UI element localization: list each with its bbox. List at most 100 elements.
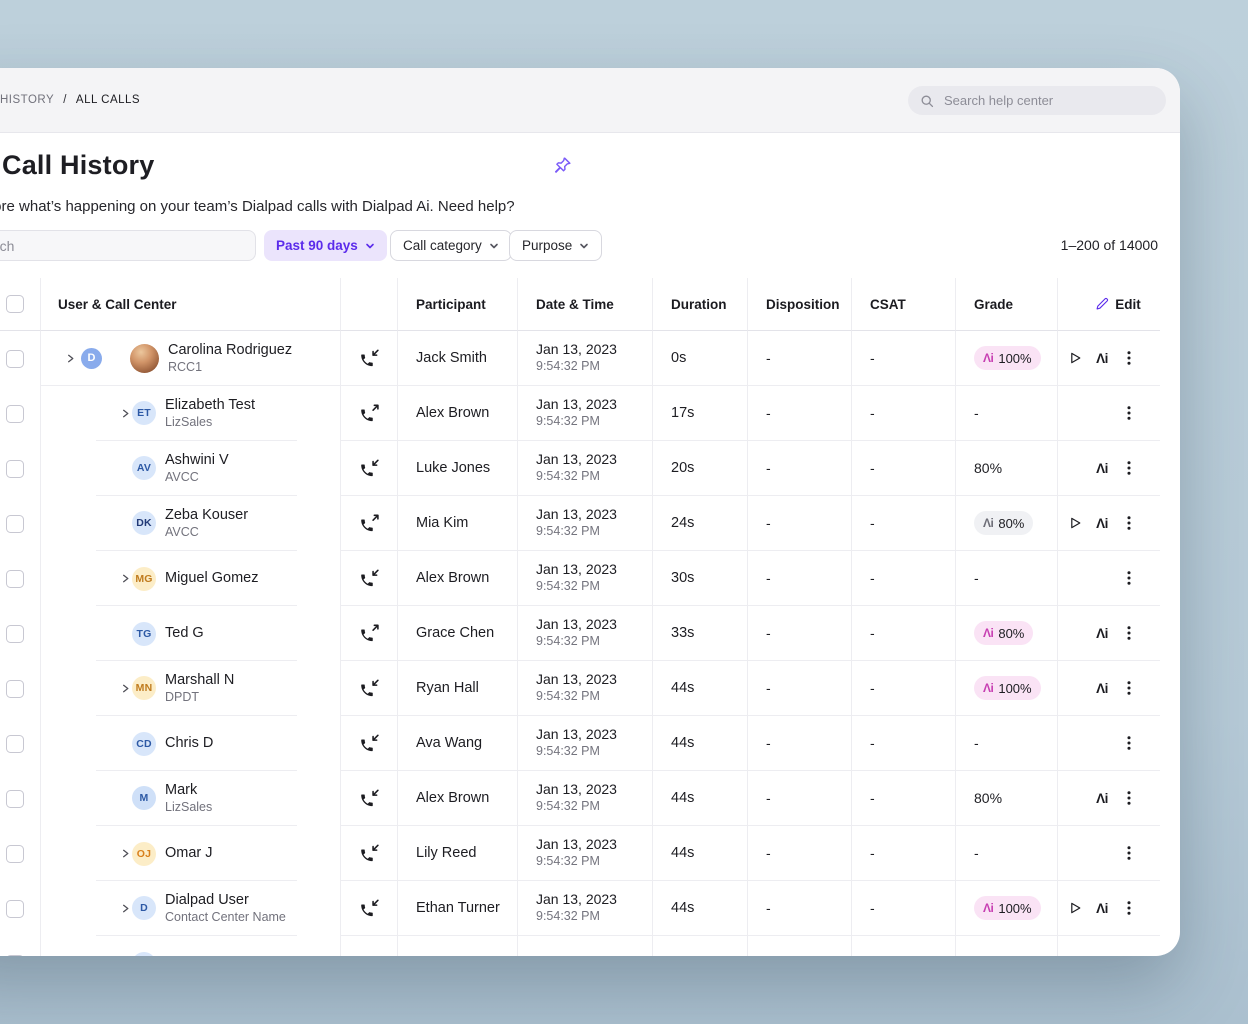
actions-cell: Λi xyxy=(1057,331,1160,386)
play-recording-button[interactable] xyxy=(1066,348,1084,368)
row-checkbox[interactable] xyxy=(6,405,24,423)
expand-row-button[interactable] xyxy=(118,573,132,584)
ai-transcript-button[interactable]: Λi xyxy=(1093,898,1111,918)
row-menu-button[interactable] xyxy=(1120,513,1138,533)
expand-chevron-icon xyxy=(65,353,76,364)
ai-icon: Λi xyxy=(983,901,993,915)
header-participant: Participant xyxy=(397,278,517,331)
call-category-filter[interactable]: Call category xyxy=(390,230,512,261)
table-row[interactable]: MGMiguel GomezAlex BrownJan 13, 20239:54… xyxy=(0,551,1160,606)
call-date: Jan 13, 2023 xyxy=(536,561,617,579)
row-menu-button[interactable] xyxy=(1120,568,1138,588)
row-menu-button[interactable] xyxy=(1120,403,1138,423)
row-checkbox[interactable] xyxy=(6,515,24,533)
ai-transcript-button[interactable]: Λi xyxy=(1093,513,1111,533)
direction-cell xyxy=(340,441,397,496)
play-recording-button[interactable] xyxy=(1066,898,1084,918)
ai-grade-badge[interactable]: Λi100% xyxy=(974,676,1041,700)
user-name: Ashwini V xyxy=(165,452,229,469)
row-menu-button[interactable] xyxy=(1120,678,1138,698)
expand-row-button[interactable] xyxy=(118,903,132,914)
duration-cell: 44s xyxy=(652,771,747,826)
user-call-center: LizSales xyxy=(165,415,255,429)
kebab-menu-icon xyxy=(1120,514,1138,532)
row-menu-button[interactable] xyxy=(1120,733,1138,753)
table-row[interactable]: DDialpad UserJan 13, 2023 xyxy=(0,936,1160,956)
table-row[interactable]: AVAshwini VAVCCLuke JonesJan 13, 20239:5… xyxy=(0,441,1160,496)
purpose-filter[interactable]: Purpose xyxy=(509,230,602,261)
row-checkbox[interactable] xyxy=(6,625,24,643)
table-row[interactable]: ETElizabeth TestLizSalesAlex BrownJan 13… xyxy=(0,386,1160,441)
date-range-filter[interactable]: Past 90 days xyxy=(264,230,387,261)
participant-cell: Alex Brown xyxy=(397,386,517,441)
actions-cell xyxy=(1057,716,1160,771)
user-name: Zeba Kouser xyxy=(165,507,248,524)
ai-grade-badge[interactable]: Λi80% xyxy=(974,621,1033,645)
select-all-checkbox[interactable] xyxy=(6,295,24,313)
row-checkbox[interactable] xyxy=(6,680,24,698)
header-direction xyxy=(340,278,397,331)
row-checkbox[interactable] xyxy=(6,790,24,808)
table-row[interactable]: MMarkLizSalesAlex BrownJan 13, 20239:54:… xyxy=(0,771,1160,826)
user-cell: AVAshwini VAVCC xyxy=(40,441,340,496)
grade-value: - xyxy=(974,405,979,421)
row-checkbox[interactable] xyxy=(6,955,24,957)
ai-transcript-button[interactable]: Λi xyxy=(1093,678,1111,698)
row-checkbox[interactable] xyxy=(6,570,24,588)
table-row[interactable]: CDChris DAva WangJan 13, 20239:54:32 PM4… xyxy=(0,716,1160,771)
user-cell: ETElizabeth TestLizSales xyxy=(40,386,340,441)
edit-columns-button[interactable]: Edit xyxy=(1057,278,1160,331)
grade-value: 80% xyxy=(974,460,1002,476)
help-center-search[interactable] xyxy=(908,86,1166,115)
ai-transcript-button[interactable]: Λi xyxy=(1093,788,1111,808)
table-row[interactable]: MNMarshall NDPDTRyan HallJan 13, 20239:5… xyxy=(0,661,1160,716)
participant-cell: Luke Jones xyxy=(397,441,517,496)
ai-transcript-button[interactable]: Λi xyxy=(1093,348,1111,368)
ai-grade-badge[interactable]: Λi100% xyxy=(974,346,1041,370)
ai-transcript-button[interactable]: Λi xyxy=(1093,623,1111,643)
row-menu-button[interactable] xyxy=(1120,348,1138,368)
edit-label: Edit xyxy=(1115,297,1141,312)
table-body: DCarolina RodriguezRCC1Jack SmithJan 13,… xyxy=(0,331,1160,956)
expand-row-button[interactable] xyxy=(118,408,132,419)
table-row[interactable]: OJOmar JLily ReedJan 13, 20239:54:32 PM4… xyxy=(0,826,1160,881)
table-search-input[interactable] xyxy=(0,230,256,261)
user-avatar: CD xyxy=(132,732,156,756)
grade-value: - xyxy=(974,845,979,861)
expand-row-button[interactable] xyxy=(118,848,132,859)
table-row[interactable]: TGTed GGrace ChenJan 13, 20239:54:32 PM3… xyxy=(0,606,1160,661)
table-row[interactable]: DKZeba KouserAVCCMia KimJan 13, 20239:54… xyxy=(0,496,1160,551)
ai-grade-badge[interactable]: Λi80% xyxy=(974,511,1033,535)
play-icon xyxy=(1067,350,1083,366)
expand-row-button[interactable] xyxy=(63,353,77,364)
row-menu-button[interactable] xyxy=(1120,623,1138,643)
user-name: Mark xyxy=(165,782,212,799)
row-menu-button[interactable] xyxy=(1120,458,1138,478)
help-center-search-input[interactable] xyxy=(942,92,1154,109)
ai-transcript-button[interactable]: Λi xyxy=(1093,458,1111,478)
participant-cell xyxy=(397,936,517,956)
row-checkbox[interactable] xyxy=(6,460,24,478)
breadcrumb-parent[interactable]: HISTORY xyxy=(0,94,54,106)
ai-grade-badge[interactable]: Λi100% xyxy=(974,896,1041,920)
group-avatar: D xyxy=(81,348,102,369)
row-menu-button[interactable] xyxy=(1120,898,1138,918)
csat-cell: - xyxy=(851,881,955,936)
participant-cell: Ryan Hall xyxy=(397,661,517,716)
play-recording-button[interactable] xyxy=(1066,513,1084,533)
table-row[interactable]: DCarolina RodriguezRCC1Jack SmithJan 13,… xyxy=(0,331,1160,386)
row-menu-button[interactable] xyxy=(1120,843,1138,863)
disposition-cell: - xyxy=(747,826,851,881)
row-menu-button[interactable] xyxy=(1120,788,1138,808)
expand-row-button[interactable] xyxy=(118,683,132,694)
row-checkbox[interactable] xyxy=(6,845,24,863)
table-row[interactable]: DDialpad UserContact Center NameEthan Tu… xyxy=(0,881,1160,936)
row-checkbox[interactable] xyxy=(6,735,24,753)
row-checkbox[interactable] xyxy=(6,900,24,918)
user-call-center: Contact Center Name xyxy=(165,910,286,924)
pin-button[interactable] xyxy=(551,154,573,176)
user-name: Elizabeth Test xyxy=(165,397,255,414)
row-checkbox[interactable] xyxy=(6,350,24,368)
call-time: 9:54:32 PM xyxy=(536,799,600,815)
call-time: 9:54:32 PM xyxy=(536,359,600,375)
